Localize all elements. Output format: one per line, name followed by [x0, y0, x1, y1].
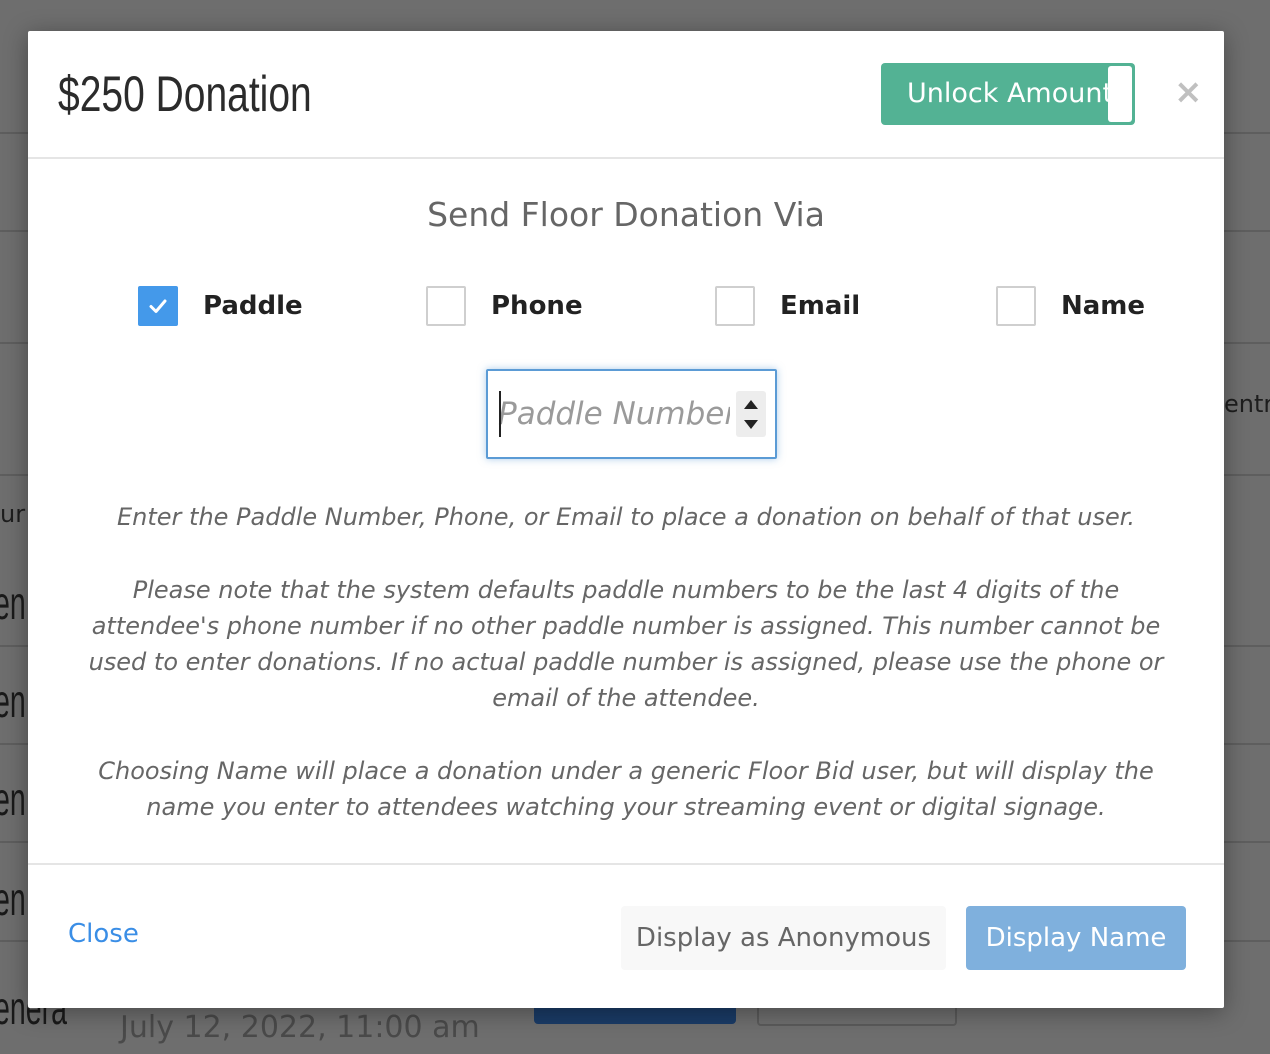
- modal-header: $250 Donation Unlock Amount ×: [28, 31, 1224, 159]
- spinner-up-icon[interactable]: [744, 400, 758, 409]
- paddle-checkbox[interactable]: [138, 286, 178, 326]
- option-label: Email: [780, 291, 861, 321]
- text-caret: [499, 391, 501, 437]
- background-button: [757, 1008, 957, 1026]
- help-text-paddle-note: Please note that the system defaults pad…: [88, 576, 1164, 712]
- option-label: Paddle: [203, 291, 303, 321]
- background-date-text: July 12, 2022, 11:00 am: [120, 1010, 480, 1045]
- background-row-text: en: [0, 577, 26, 629]
- option-phone[interactable]: Phone: [426, 284, 583, 328]
- background-row-text: en: [0, 773, 26, 825]
- option-name[interactable]: Name: [996, 284, 1145, 328]
- background-text: entri: [1224, 390, 1270, 418]
- background-row-text: en: [0, 873, 26, 925]
- toggle-knob: [1108, 66, 1132, 122]
- checkmark-icon: [149, 299, 167, 313]
- name-checkbox[interactable]: [996, 286, 1036, 326]
- email-checkbox[interactable]: [715, 286, 755, 326]
- close-link[interactable]: Close: [68, 919, 139, 949]
- paddle-number-input[interactable]: [498, 385, 730, 443]
- number-spinner[interactable]: [736, 391, 766, 437]
- section-title: Send Floor Donation Via: [427, 195, 825, 234]
- option-paddle[interactable]: Paddle: [138, 284, 303, 328]
- close-icon[interactable]: ×: [1174, 75, 1203, 109]
- display-name-button[interactable]: Display Name: [966, 906, 1186, 970]
- modal-title: $250 Donation: [58, 66, 312, 122]
- unlock-amount-label: Unlock Amount: [907, 78, 1114, 109]
- background-button: [534, 1008, 736, 1024]
- spinner-down-icon[interactable]: [744, 420, 758, 429]
- background-text: ur: [0, 500, 26, 528]
- display-anonymous-button[interactable]: Display as Anonymous: [621, 906, 946, 970]
- modal-footer: Close Display as Anonymous Display Name: [28, 863, 1224, 1010]
- background-row-text: en: [0, 675, 26, 727]
- paddle-number-field[interactable]: [486, 369, 777, 459]
- option-label: Phone: [491, 291, 583, 321]
- help-text-entry: Enter the Paddle Number, Phone, or Email…: [116, 503, 1136, 531]
- unlock-amount-toggle[interactable]: Unlock Amount: [881, 63, 1135, 125]
- phone-checkbox[interactable]: [426, 286, 466, 326]
- option-label: Name: [1061, 291, 1146, 321]
- help-text-name-note: Choosing Name will place a donation unde…: [98, 757, 1154, 821]
- option-email[interactable]: Email: [715, 284, 860, 328]
- donation-modal: $250 Donation Unlock Amount × Send Floor…: [28, 31, 1224, 1008]
